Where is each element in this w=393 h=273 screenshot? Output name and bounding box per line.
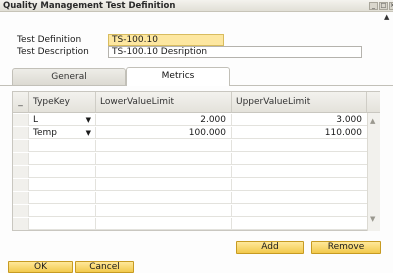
row-selector[interactable] [13,140,29,152]
add-button[interactable]: Add [236,241,304,254]
upper-limit-cell[interactable] [232,218,367,230]
upper-limit-cell[interactable] [232,192,367,204]
typekey-cell[interactable] [29,192,96,204]
test-definition-window: Quality Management Test Definition _ □ ×… [0,0,393,273]
typekey-cell[interactable] [29,140,96,152]
scroll-header [367,92,380,113]
table-row[interactable]: L ▼ 2.000 3.000 [13,114,367,126]
table-row[interactable] [13,205,367,217]
window-title: Quality Management Test Definition [3,1,176,11]
test-definition-field[interactable]: TS-100.10 [108,34,224,46]
upper-limit-cell[interactable]: 110.000 [232,127,367,139]
table-row[interactable]: Temp ▼ 100.000 110.000 [13,127,367,139]
lower-limit-column-header[interactable]: LowerValueLimit [96,92,232,113]
tab-metrics[interactable]: Metrics [126,67,230,86]
upper-limit-cell[interactable] [232,153,367,165]
ok-button[interactable]: OK [8,261,73,273]
test-description-field[interactable]: TS-100.10 Desription [108,46,362,58]
row-selector[interactable] [13,153,29,165]
dropdown-arrow-icon[interactable]: ▼ [86,114,91,126]
upper-limit-column-header[interactable]: UpperValueLimit [232,92,367,113]
close-icon[interactable]: × [389,2,393,10]
table-row[interactable] [13,192,367,204]
typekey-cell[interactable]: L ▼ [29,114,96,126]
typekey-cell[interactable] [29,179,96,191]
upper-limit-cell[interactable] [232,140,367,152]
upper-limit-cell[interactable] [232,179,367,191]
lower-limit-cell[interactable]: 2.000 [96,114,232,126]
metrics-grid: _ TypeKey LowerValueLimit UpperValueLimi… [12,91,380,231]
typekey-cell[interactable] [29,218,96,230]
test-definition-label: Test Definition [17,35,82,45]
cancel-button[interactable]: Cancel [75,261,134,273]
lower-limit-cell[interactable] [96,166,232,178]
typekey-cell[interactable] [29,205,96,217]
remove-button[interactable]: Remove [311,241,381,254]
dropdown-arrow-icon[interactable]: ▼ [86,127,91,139]
table-row[interactable] [13,218,367,230]
test-description-label: Test Description [17,47,89,57]
lower-limit-cell[interactable] [96,140,232,152]
lower-limit-cell[interactable] [96,192,232,204]
minimize-icon[interactable]: _ [369,2,378,10]
grid-scrollbar[interactable]: ▲ ▼ [367,113,380,231]
lower-limit-cell[interactable] [96,205,232,217]
table-row[interactable] [13,166,367,178]
table-row[interactable] [13,179,367,191]
typekey-column-header[interactable]: TypeKey [29,92,96,113]
lower-limit-cell[interactable] [96,179,232,191]
lower-limit-cell[interactable] [96,153,232,165]
row-selector[interactable] [13,218,29,230]
typekey-cell[interactable]: Temp ▼ [29,127,96,139]
lower-limit-cell[interactable]: 100.000 [96,127,232,139]
row-selector[interactable] [13,114,29,126]
upper-limit-cell[interactable] [232,205,367,217]
tab-general[interactable]: General [12,68,126,85]
maximize-icon[interactable]: □ [379,2,388,10]
row-selector[interactable] [13,127,29,139]
table-row[interactable] [13,153,367,165]
typekey-cell[interactable] [29,153,96,165]
row-selector[interactable] [13,205,29,217]
upper-limit-cell[interactable]: 3.000 [232,114,367,126]
title-bar[interactable]: Quality Management Test Definition _ □ × [0,0,393,12]
row-number-header[interactable]: _ [13,92,29,113]
row-selector[interactable] [13,192,29,204]
scroll-up-icon[interactable]: ▲ [370,117,375,125]
row-selector[interactable] [13,179,29,191]
typekey-cell[interactable] [29,166,96,178]
collapse-arrow-icon[interactable]: ▲ [384,13,389,21]
lower-limit-cell[interactable] [96,218,232,230]
row-selector[interactable] [13,166,29,178]
upper-limit-cell[interactable] [232,166,367,178]
scroll-down-icon[interactable]: ▼ [370,215,375,223]
table-row[interactable] [13,140,367,152]
